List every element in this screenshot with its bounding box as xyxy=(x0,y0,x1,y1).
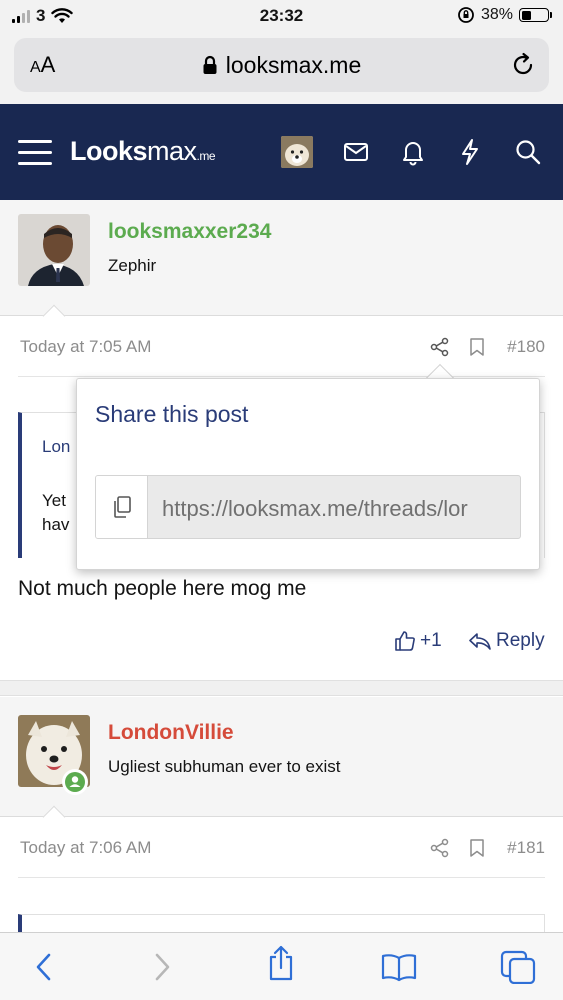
online-status-badge xyxy=(62,769,88,795)
address-bar[interactable]: AA looksmax.me xyxy=(14,38,549,92)
mail-icon[interactable] xyxy=(343,141,369,163)
post-number[interactable]: #180 xyxy=(507,337,545,357)
share-popup: Share this post https://looksmax.me/thre… xyxy=(76,378,540,570)
battery-percent: 38% xyxy=(480,6,513,23)
bookmark-icon[interactable] xyxy=(469,337,485,357)
share-url-field[interactable]: https://looksmax.me/threads/lor xyxy=(95,475,521,539)
bookmark-icon[interactable] xyxy=(469,838,485,858)
post-author-header: looksmaxxer234 Zephir xyxy=(0,200,563,328)
quote-block xyxy=(18,914,545,932)
like-button[interactable]: +1 xyxy=(394,630,442,652)
copy-icon xyxy=(113,496,131,518)
share-sheet-icon xyxy=(269,945,293,981)
search-icon[interactable] xyxy=(514,138,542,166)
reply-button[interactable]: Reply xyxy=(468,630,545,652)
bell-icon[interactable] xyxy=(400,138,426,166)
post-date[interactable]: Today at 7:05 AM xyxy=(20,337,151,357)
reply-icon xyxy=(469,633,491,650)
reaction-count: +1 xyxy=(420,630,442,651)
menu-icon[interactable] xyxy=(18,140,52,166)
share-icon[interactable] xyxy=(430,838,450,858)
post-date[interactable]: Today at 7:06 AM xyxy=(20,838,151,858)
author-avatar[interactable] xyxy=(18,214,90,286)
forward-button[interactable] xyxy=(144,949,180,985)
user-avatar[interactable] xyxy=(281,136,313,168)
post-message: Not much people here mog me xyxy=(18,577,307,600)
orientation-lock-icon xyxy=(458,7,474,23)
quote-author[interactable]: Lon xyxy=(42,437,70,457)
share-popup-title: Share this post xyxy=(95,401,249,427)
user-online-icon xyxy=(65,772,85,792)
post-meta: Today at 7:05 AM #180 xyxy=(18,317,545,377)
url-text: looksmax.me xyxy=(225,52,362,78)
thumbs-up-icon xyxy=(395,631,415,651)
site-nav: Looksmax.me xyxy=(0,104,563,200)
reload-icon[interactable] xyxy=(509,51,537,79)
tabs-button[interactable] xyxy=(500,949,536,985)
post-author-header: LondonVillie Ugliest subhuman ever to ex… xyxy=(0,697,563,829)
reply-label: Reply xyxy=(496,630,545,651)
author-title: Ugliest subhuman ever to exist xyxy=(108,757,341,776)
author-title: Zephir xyxy=(108,256,157,275)
site-logo[interactable]: Looksmax.me xyxy=(70,136,216,167)
url-display[interactable]: looksmax.me xyxy=(14,52,549,79)
book-icon xyxy=(381,954,417,982)
author-username[interactable]: looksmaxxer234 xyxy=(108,220,271,244)
share-icon[interactable] xyxy=(430,337,450,357)
tabs-icon xyxy=(500,950,536,984)
post-divider xyxy=(0,680,563,696)
bookmarks-button[interactable] xyxy=(381,949,417,985)
post-number[interactable]: #181 xyxy=(507,838,545,858)
share-url-text[interactable]: https://looksmax.me/threads/lor xyxy=(162,496,468,522)
copy-button[interactable] xyxy=(96,476,148,538)
chevron-right-icon xyxy=(155,953,170,981)
browser-toolbar xyxy=(0,932,563,1000)
share-button[interactable] xyxy=(263,945,299,981)
battery-icon xyxy=(519,8,552,22)
status-bar: 3 23:32 38% xyxy=(0,0,563,32)
post-meta: Today at 7:06 AM #181 xyxy=(18,818,545,878)
lightning-icon[interactable] xyxy=(458,138,482,166)
back-button[interactable] xyxy=(26,949,62,985)
author-username[interactable]: LondonVillie xyxy=(108,721,234,745)
chevron-left-icon xyxy=(36,953,51,981)
browser-address-area: AA looksmax.me xyxy=(0,32,563,104)
status-right: 38% xyxy=(457,6,552,24)
lock-icon xyxy=(203,55,217,74)
